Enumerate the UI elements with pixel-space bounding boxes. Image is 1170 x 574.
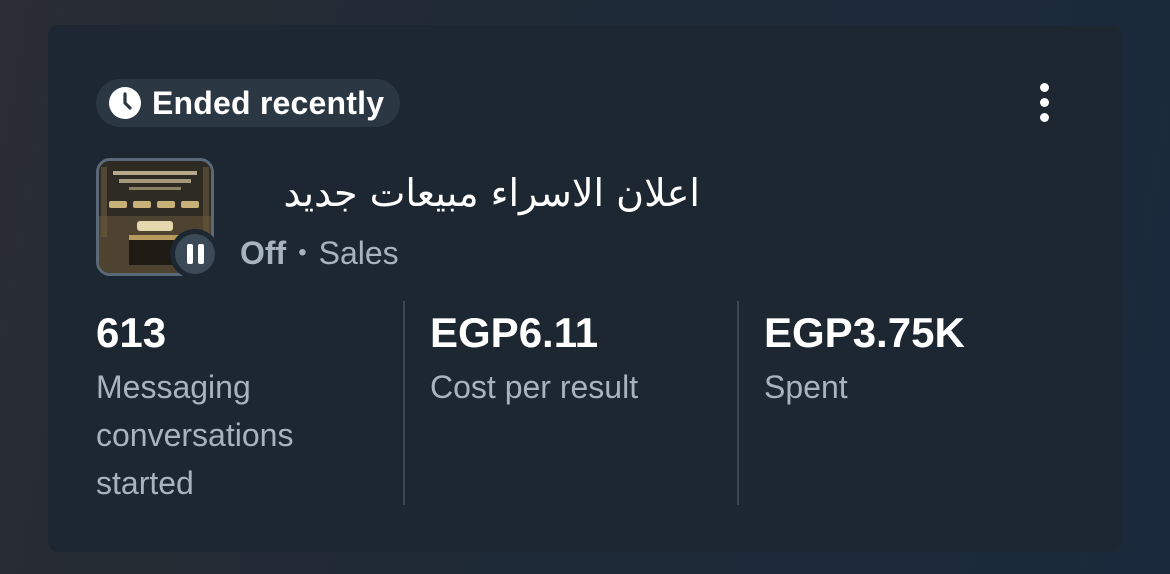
status-label: Ended recently — [152, 84, 385, 121]
metric-results: 613 Messaging conversations started — [96, 301, 396, 505]
status-badge: Ended recently — [96, 79, 401, 127]
metric-divider — [403, 301, 405, 505]
metric-label: Messaging conversations started — [96, 369, 294, 501]
metric-label: Cost per result — [430, 369, 639, 405]
metric-cost-per-result: EGP6.11 Cost per result — [430, 301, 730, 505]
metric-value: 613 — [96, 309, 167, 356]
ad-name[interactable]: اعلان الاسراء مبيعات جديد — [240, 165, 700, 221]
ad-objective: Sales — [318, 234, 399, 271]
ad-state: Off — [240, 234, 287, 271]
metric-label: Spent — [764, 369, 848, 405]
ad-meta: Off • Sales — [240, 233, 399, 273]
metric-spent: EGP3.75K Spent — [764, 301, 1084, 505]
metric-divider — [737, 301, 739, 505]
more-vertical-icon-dot — [1039, 112, 1049, 122]
metric-value: EGP3.75K — [764, 309, 965, 356]
more-vertical-icon-dot — [1039, 97, 1049, 107]
ad-summary-card[interactable]: Ended recently اعلان الاسراء مبيعات جديد… — [48, 25, 1122, 552]
meta-separator: • — [298, 239, 307, 266]
pause-icon — [175, 234, 215, 274]
paused-state-badge — [170, 229, 220, 279]
more-vertical-icon-dot — [1039, 82, 1049, 92]
more-options-button[interactable] — [1024, 77, 1064, 127]
clock-icon — [109, 87, 141, 119]
metrics-row: 613 Messaging conversations started EGP6… — [48, 301, 1122, 505]
metric-value: EGP6.11 — [430, 309, 599, 356]
